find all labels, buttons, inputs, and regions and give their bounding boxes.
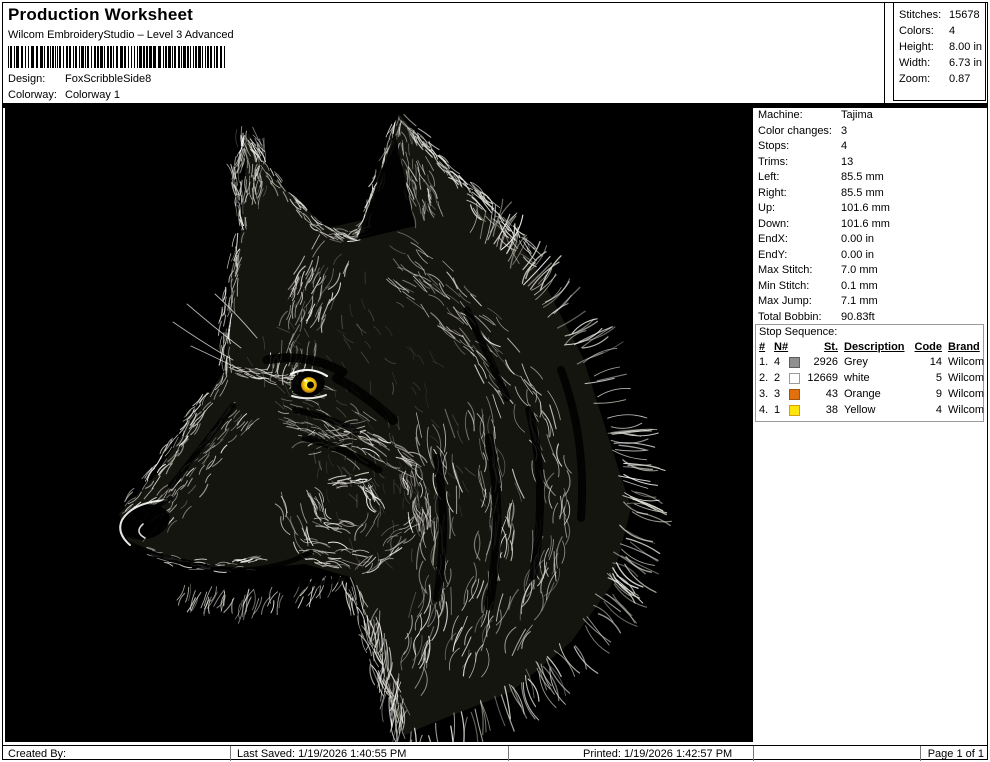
software-subtitle: Wilcom EmbroideryStudio – Level 3 Advanc… (8, 29, 234, 41)
stat-row: Colors:4 (899, 23, 985, 39)
embroidery-preview (5, 108, 753, 742)
design-preview-artwork (5, 108, 753, 742)
design-label: Design: (8, 73, 45, 85)
footer-divider (920, 746, 921, 761)
machine-row: Color changes:3 (755, 124, 986, 140)
created-by-label: Created By: (8, 747, 66, 761)
thread-color-swatch (789, 389, 800, 400)
machine-row: Right:85.5 mm (755, 186, 986, 202)
stop-sequence-row: 3. 3 43 Orange 9 Wilcom (756, 387, 983, 403)
machine-row: Up:101.6 mm (755, 201, 986, 217)
machine-row: Min Stitch:0.1 mm (755, 279, 986, 295)
last-saved-timestamp: Last Saved: 1/19/2026 1:40:55 PM (237, 747, 406, 761)
production-worksheet-page: { "header": { "title": "Production Works… (0, 0, 990, 762)
col-header-stitches: St. (800, 340, 838, 355)
thread-color-swatch (789, 357, 800, 368)
stop-sequence-row: 1. 4 2926 Grey 14 Wilcom (756, 355, 983, 371)
stop-sequence-header-row: # N# St. Description Code Brand (756, 340, 983, 355)
col-header-num: # (759, 340, 772, 355)
thread-color-swatch (789, 405, 800, 416)
stop-sequence-row: 2. 2 12669 white 5 Wilcom (756, 371, 983, 387)
machine-row: Total Bobbin:90.83ft (755, 310, 986, 326)
stop-sequence-title: Stop Sequence: (756, 325, 983, 340)
colorway-name: Colorway 1 (65, 89, 120, 101)
col-header-description: Description (844, 340, 914, 355)
stop-sequence-table: Stop Sequence: # N# St. Description Code… (755, 324, 984, 422)
design-barcode (8, 46, 234, 68)
machine-row: Max Stitch:7.0 mm (755, 263, 986, 279)
printed-timestamp: Printed: 1/19/2026 1:42:57 PM (583, 747, 732, 761)
machine-row: EndY:0.00 in (755, 248, 986, 264)
machine-row: EndX:0.00 in (755, 232, 986, 248)
design-stats-box: Stitches:15678 Colors:4 Height:8.00 in W… (893, 2, 986, 101)
machine-row: Stops:4 (755, 139, 986, 155)
page-footer: Created By: Last Saved: 1/19/2026 1:40:5… (2, 745, 988, 761)
machine-row: Machine:Tajima (755, 108, 986, 124)
col-header-brand: Brand (948, 340, 986, 355)
footer-divider (508, 746, 509, 761)
stop-sequence-row: 4. 1 38 Yellow 4 Wilcom (756, 403, 983, 419)
stat-row: Width:6.73 in (899, 55, 985, 71)
colorway-label: Colorway: (8, 89, 57, 101)
machine-row: Max Jump:7.1 mm (755, 294, 986, 310)
footer-divider (230, 746, 231, 761)
machine-row: Down:101.6 mm (755, 217, 986, 233)
machine-details-panel: Machine:Tajima Color changes:3 Stops:4 T… (755, 108, 986, 742)
machine-row: Left:85.5 mm (755, 170, 986, 186)
stat-row: Height:8.00 in (899, 39, 985, 55)
stat-row: Zoom:0.87 (899, 71, 985, 87)
design-name: FoxScribbleSide8 (65, 73, 151, 85)
footer-divider (753, 746, 754, 761)
stat-row: Stitches:15678 (899, 7, 985, 23)
col-header-code: Code (912, 340, 942, 355)
header-divider (884, 3, 885, 103)
page-title: Production Worksheet (8, 5, 193, 25)
thread-color-swatch (789, 373, 800, 384)
machine-row: Trims:13 (755, 155, 986, 171)
col-header-needle: N# (774, 340, 788, 355)
machine-details-list: Machine:Tajima Color changes:3 Stops:4 T… (755, 108, 986, 325)
page-number: Page 1 of 1 (922, 747, 984, 761)
